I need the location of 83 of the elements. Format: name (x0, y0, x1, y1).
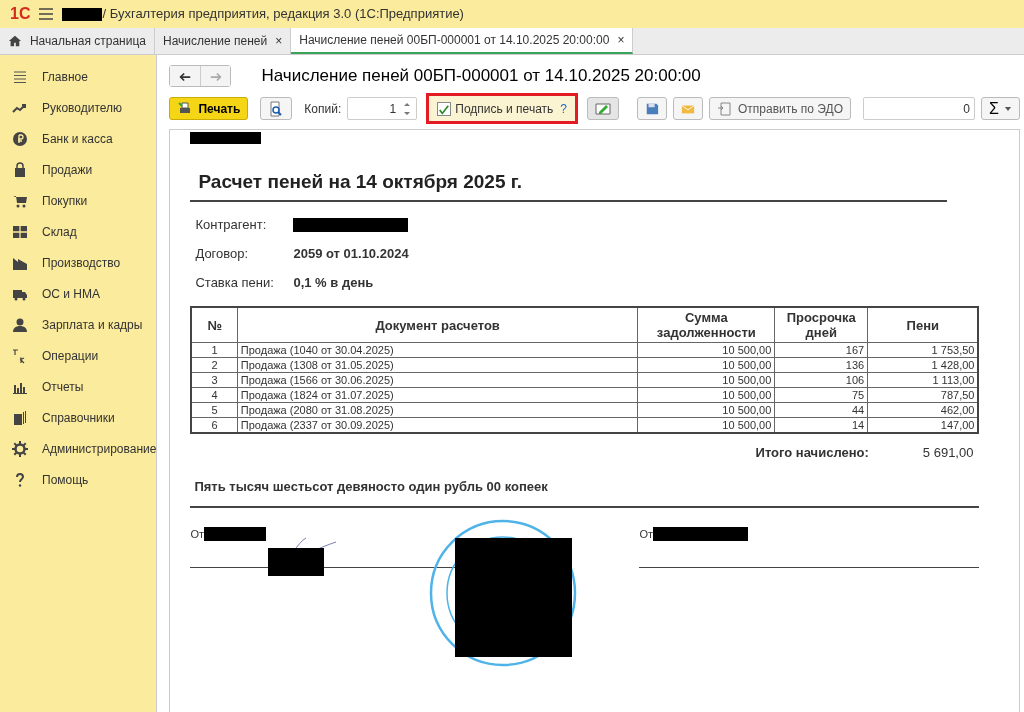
send-button[interactable]: Отправить по ЭДО (709, 97, 851, 120)
sidebar-item[interactable]: Операции (42, 346, 99, 365)
caret-icon (1003, 104, 1012, 113)
back-button[interactable] (170, 65, 201, 86)
table-cell: Продажа (1040 от 30.04.2025) (237, 342, 638, 358)
sign-option[interactable]: Подпись и печать ? (429, 96, 575, 121)
column-header: Просрочка дней (774, 307, 868, 343)
checkbox[interactable] (437, 101, 452, 116)
table-cell: 167 (774, 342, 868, 358)
table-cell: 10 500,00 (637, 342, 775, 358)
help-link[interactable]: ? (560, 99, 567, 118)
person-icon (12, 316, 28, 333)
total-label: Итого начислено: (755, 444, 869, 462)
table-cell: 10 500,00 (637, 402, 775, 418)
document-send-icon (717, 100, 733, 117)
table-cell: 75 (774, 387, 868, 403)
field-label: Контрагент: (195, 215, 268, 234)
field-value: 2059 от 01.10.2024 (293, 244, 409, 263)
signature-label: От (639, 527, 654, 542)
sidebar-item[interactable]: Руководителю (42, 98, 123, 117)
menu-icon (12, 68, 28, 85)
sidebar-item[interactable]: Отчеты (42, 377, 84, 396)
print-button[interactable]: Печать (169, 97, 249, 120)
sidebar-item[interactable]: Банк и касса (42, 129, 113, 148)
save-button[interactable] (637, 97, 667, 120)
tab[interactable]: Начальная страница (0, 28, 155, 54)
copies-field[interactable]: 1 (347, 97, 418, 120)
preview-button[interactable] (260, 97, 293, 120)
floppy-icon (645, 101, 659, 116)
column-header: Сумма задолженности (637, 307, 775, 343)
grid-icon (12, 223, 28, 240)
table-cell: 4 (191, 387, 238, 403)
field-label: Договор: (195, 244, 250, 263)
table-cell: Продажа (2080 от 31.08.2025) (237, 402, 638, 418)
table-cell: 106 (774, 372, 868, 388)
sidebar-item[interactable]: Помощь (42, 470, 89, 489)
tab[interactable]: Начисление пеней 00БП-000001 от 14.10.2025 20:00:00 × (291, 28, 634, 54)
amount-in-words: Пять тысяч шестьсот девяносто один рубль 00 копеек (190, 462, 980, 508)
field-value: 0,1 % в день (293, 273, 374, 292)
sidebar-item[interactable]: Склад (42, 222, 77, 241)
signature-label: От (190, 527, 205, 542)
close-button[interactable]: × (617, 31, 625, 49)
table-cell: 1 (191, 342, 238, 358)
sidebar-item[interactable]: Администрирование (42, 439, 157, 458)
field-label: Ставка пени: (195, 273, 275, 292)
window-title: / Бухгалтерия предприятия, редакция 3.0 (1С:Предприятие) (102, 5, 464, 24)
sidebar-item[interactable]: ОС и НМА (42, 284, 101, 303)
spinner-icon (402, 101, 413, 116)
table-cell: 5 (191, 402, 238, 418)
logo: 1С (10, 4, 31, 24)
table-cell: 2 (191, 357, 238, 373)
column-header: Документ расчетов (237, 307, 638, 343)
menu-icon (38, 6, 55, 22)
home-icon (8, 34, 22, 48)
sidebar-item[interactable]: Покупки (42, 191, 88, 210)
total-value: 5 691,00 (922, 444, 974, 462)
column-header: № (191, 307, 238, 343)
sidebar-item[interactable]: Главное (42, 67, 88, 86)
sidebar-item[interactable]: Зарплата и кадры (42, 315, 143, 334)
edit-icon (595, 100, 611, 117)
table-cell: 10 500,00 (637, 372, 775, 388)
table-cell: 3 (191, 372, 238, 388)
sidebar-item[interactable]: Справочники (42, 408, 115, 427)
sidebar-item[interactable]: Продажи (42, 160, 93, 179)
checkbox-label: Подпись и печать (455, 100, 554, 118)
table-cell: Продажа (1566 от 30.06.2025) (237, 372, 638, 388)
settings-icon (12, 440, 28, 457)
table-cell: Продажа (1824 от 31.07.2025) (237, 387, 638, 403)
edit-button[interactable] (587, 97, 619, 120)
table-cell: 10 500,00 (637, 357, 775, 373)
sum-button[interactable]: Σ (981, 97, 1020, 120)
coin-icon (12, 130, 28, 147)
table-cell: 136 (774, 357, 868, 373)
sidebar-item[interactable]: Производство (42, 253, 121, 272)
table-cell: 44 (774, 402, 868, 418)
books-icon (12, 409, 28, 426)
form-title: Начисление пеней 00БП-000001 от 14.10.2025 20:00:00 (261, 65, 701, 87)
table-cell: 10 500,00 (637, 387, 775, 403)
copies-label: Копий: (304, 100, 342, 118)
sum-field[interactable]: 0 (863, 97, 975, 120)
table-cell: Продажа (1308 от 31.05.2025) (237, 357, 638, 373)
close-button[interactable]: × (275, 32, 283, 50)
document-title: Расчет пеней на 14 октября 2025 г. (190, 153, 948, 202)
